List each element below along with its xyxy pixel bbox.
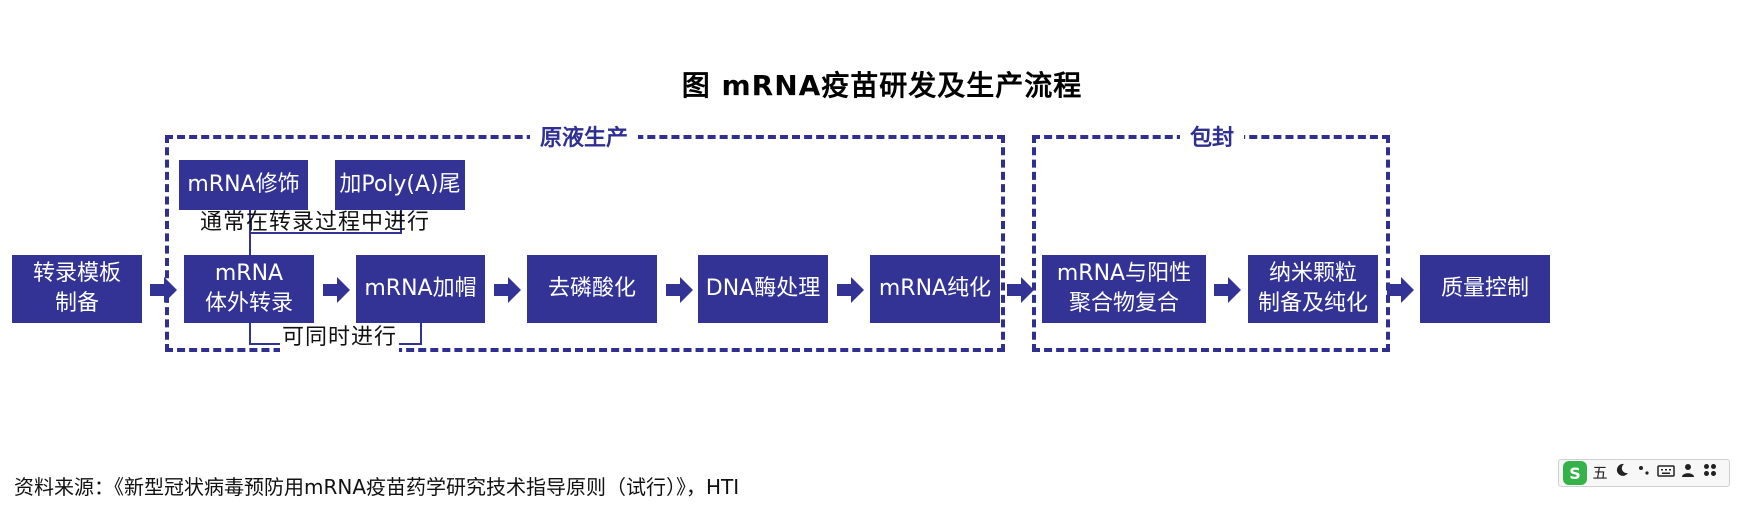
keyboard-icon[interactable]	[1657, 461, 1675, 485]
arrow-right-icon	[1214, 276, 1242, 304]
user-icon[interactable]	[1679, 461, 1697, 485]
step-polymer-complex: mRNA与阳性 聚合物复合	[1042, 255, 1206, 323]
ime-logo-icon[interactable]: S	[1563, 461, 1587, 485]
step-dnase-treatment: DNA酶处理	[698, 255, 828, 323]
grid-icon[interactable]	[1701, 461, 1719, 485]
note-during-transcription: 通常在转录过程中进行	[200, 210, 431, 235]
arrow-right-icon	[837, 276, 865, 304]
source-note: 资料来源：《新型冠状病毒预防用mRNA疫苗药学研究技术指导原则（试行）》，HTI	[14, 475, 740, 499]
drug-substance-group-label: 原液生产	[530, 124, 639, 154]
step-in-vitro-transcription: mRNA 体外转录	[184, 255, 314, 323]
arrow-right-icon	[1007, 276, 1035, 304]
moon-icon[interactable]	[1613, 461, 1631, 485]
step-capping: mRNA加帽	[356, 255, 485, 323]
arrow-right-icon	[494, 276, 522, 304]
mrna-modification-box: mRNA修饰	[179, 160, 308, 210]
punctuation-icon[interactable]	[1635, 461, 1653, 485]
arrow-right-icon	[323, 276, 351, 304]
step-quality-control: 质量控制	[1420, 255, 1550, 323]
arrow-right-icon	[150, 276, 178, 304]
step-dephosphorylation: 去磷酸化	[527, 255, 657, 323]
ime-toolbar[interactable]: S 五	[1558, 459, 1730, 487]
arrow-right-icon	[1387, 276, 1415, 304]
step-purification: mRNA纯化	[870, 255, 1000, 323]
arrow-right-icon	[666, 276, 694, 304]
ime-mode-button[interactable]: 五	[1591, 461, 1609, 485]
packaging-group-label: 包封	[1180, 124, 1245, 154]
poly-a-tail-box: 加Poly(A)尾	[335, 160, 465, 210]
step-template-preparation: 转录模板 制备	[12, 255, 142, 323]
step-nanoparticle: 纳米颗粒 制备及纯化	[1248, 255, 1378, 323]
diagram-title: 图 mRNA疫苗研发及生产流程	[681, 69, 1083, 102]
note-simultaneous: 可同时进行	[280, 324, 400, 352]
